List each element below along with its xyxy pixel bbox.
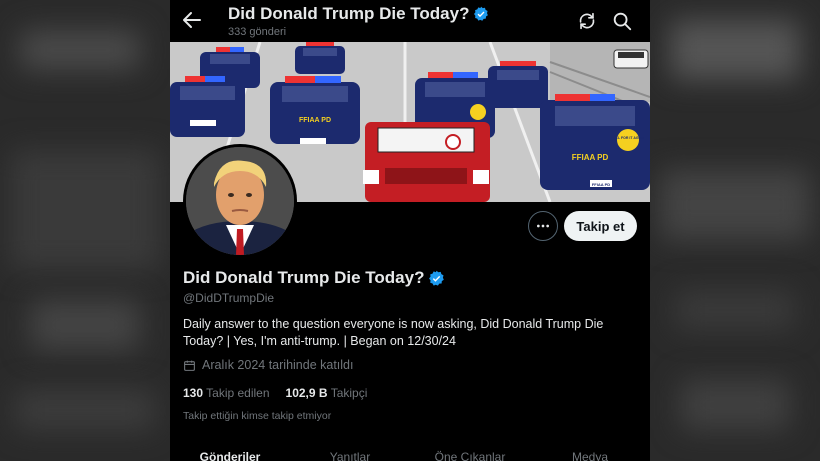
search-icon[interactable] xyxy=(611,10,633,32)
header-title: Did Donald Trump Die Today? xyxy=(228,4,489,24)
following-count: 130 xyxy=(183,386,204,400)
following-stat[interactable]: 130 Takip edilen xyxy=(183,386,270,400)
followers-stat[interactable]: 102,9 B Takipçi xyxy=(286,386,368,400)
calendar-icon xyxy=(184,360,195,371)
post-count: 333 gönderi xyxy=(228,26,287,38)
banner-plate-text: FFIAA PD xyxy=(592,182,610,187)
follow-stats: 130 Takip edilen 102,9 B Takipçi xyxy=(183,386,367,400)
followers-label: Takipçi xyxy=(330,386,368,400)
follow-button[interactable]: Takip et xyxy=(564,211,637,241)
tab-highlights[interactable]: Öne Çıkanlar xyxy=(410,450,530,461)
profile-avatar[interactable] xyxy=(183,144,297,258)
banner-car-label: FFIAA PD xyxy=(299,117,331,124)
verified-badge-icon[interactable] xyxy=(428,270,445,287)
more-options-button[interactable] xyxy=(528,211,558,241)
blurred-background-left xyxy=(0,0,170,461)
header-title-text: Did Donald Trump Die Today? xyxy=(228,4,470,23)
profile-name: Did Donald Trump Die Today? xyxy=(183,268,445,288)
banner-badge-text: FELL FOR IT AGAIN xyxy=(611,136,645,140)
more-dots-icon xyxy=(537,224,549,228)
avatar-portrait xyxy=(186,147,294,255)
verified-badge-icon xyxy=(474,6,489,21)
not-followed-note: Takip ettiğin kimse takip etmiyor xyxy=(183,410,332,422)
profile-column: Did Donald Trump Die Today? 333 gönderi xyxy=(170,0,650,461)
profile-handle: @DidDTrumpDie xyxy=(183,291,275,305)
profile-name-text: Did Donald Trump Die Today? xyxy=(183,268,425,287)
followers-count: 102,9 B xyxy=(285,386,328,400)
top-bar: Did Donald Trump Die Today? 333 gönderi xyxy=(170,0,650,42)
blurred-background-right xyxy=(650,0,820,461)
following-label: Takip edilen xyxy=(206,386,270,400)
red-truck xyxy=(363,122,490,202)
joined-date: Aralık 2024 tarihinde katıldı xyxy=(183,358,353,372)
tab-media[interactable]: Medya xyxy=(530,450,650,461)
joined-text: Aralık 2024 tarihinde katıldı xyxy=(202,358,354,372)
svg-text:FFIAA PD: FFIAA PD xyxy=(572,153,609,162)
back-arrow-icon[interactable] xyxy=(180,8,204,32)
profile-bio: Daily answer to the question everyone is… xyxy=(183,317,604,348)
tab-posts[interactable]: Gönderiler xyxy=(170,450,290,461)
refresh-icon[interactable] xyxy=(576,10,598,32)
profile-tabs: Gönderiler Yanıtlar Öne Çıkanlar Medya xyxy=(170,450,650,461)
tab-replies[interactable]: Yanıtlar xyxy=(290,450,410,461)
